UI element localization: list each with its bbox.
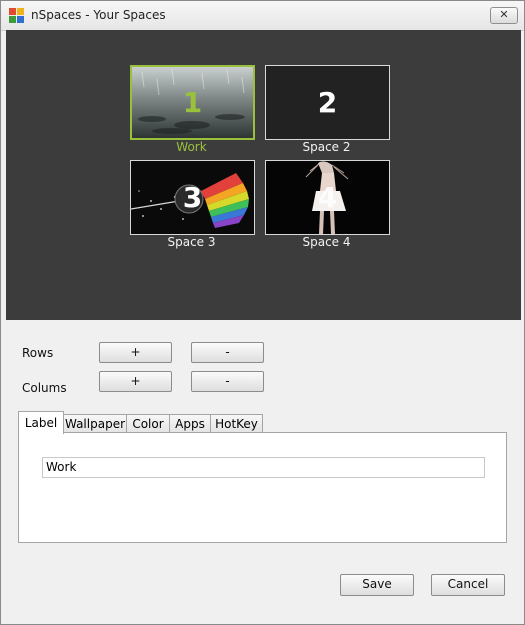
nspaces-window: nSpaces - Your Spaces ✕ 1 Work 2 Space 2… bbox=[0, 0, 525, 625]
space-label-input[interactable] bbox=[42, 457, 485, 478]
space-number: 4 bbox=[317, 181, 338, 214]
space-number: 2 bbox=[317, 86, 338, 119]
window-title: nSpaces - Your Spaces bbox=[31, 8, 166, 22]
remove-row-button[interactable]: - bbox=[191, 342, 264, 363]
space-tile-2[interactable]: 2 bbox=[265, 65, 390, 140]
space-label-3: Space 3 bbox=[167, 235, 216, 249]
space-label-1: Work bbox=[176, 140, 207, 154]
tab-apps[interactable]: Apps bbox=[169, 414, 211, 433]
space-number: 1 bbox=[182, 86, 203, 119]
nspaces-app-icon bbox=[9, 8, 25, 24]
spaces-preview: 1 Work 2 Space 2 3 Space 3 4 Space 4 bbox=[6, 30, 521, 320]
tab-color[interactable]: Color bbox=[126, 414, 170, 433]
space-tile-3[interactable]: 3 bbox=[130, 160, 255, 235]
add-column-button[interactable]: + bbox=[99, 371, 172, 392]
label-tab-panel bbox=[18, 432, 507, 543]
space-tile-4[interactable]: 4 bbox=[265, 160, 390, 235]
remove-column-button[interactable]: - bbox=[191, 371, 264, 392]
cancel-button[interactable]: Cancel bbox=[431, 574, 505, 596]
save-button[interactable]: Save bbox=[340, 574, 414, 596]
space-label-4: Space 4 bbox=[302, 235, 351, 249]
title-bar[interactable]: nSpaces - Your Spaces ✕ bbox=[1, 1, 524, 31]
close-button[interactable]: ✕ bbox=[490, 7, 518, 24]
tab-hotkey[interactable]: HotKey bbox=[210, 414, 263, 433]
space-label-2: Space 2 bbox=[302, 140, 351, 154]
space-tile-1[interactable]: 1 bbox=[130, 65, 255, 140]
tab-wallpaper[interactable]: Wallpaper bbox=[63, 414, 127, 433]
rows-label: Rows bbox=[22, 346, 54, 360]
tab-label[interactable]: Label bbox=[18, 411, 64, 434]
columns-label: Colums bbox=[22, 381, 67, 395]
space-number: 3 bbox=[182, 181, 203, 214]
close-icon: ✕ bbox=[499, 8, 509, 21]
add-row-button[interactable]: + bbox=[99, 342, 172, 363]
